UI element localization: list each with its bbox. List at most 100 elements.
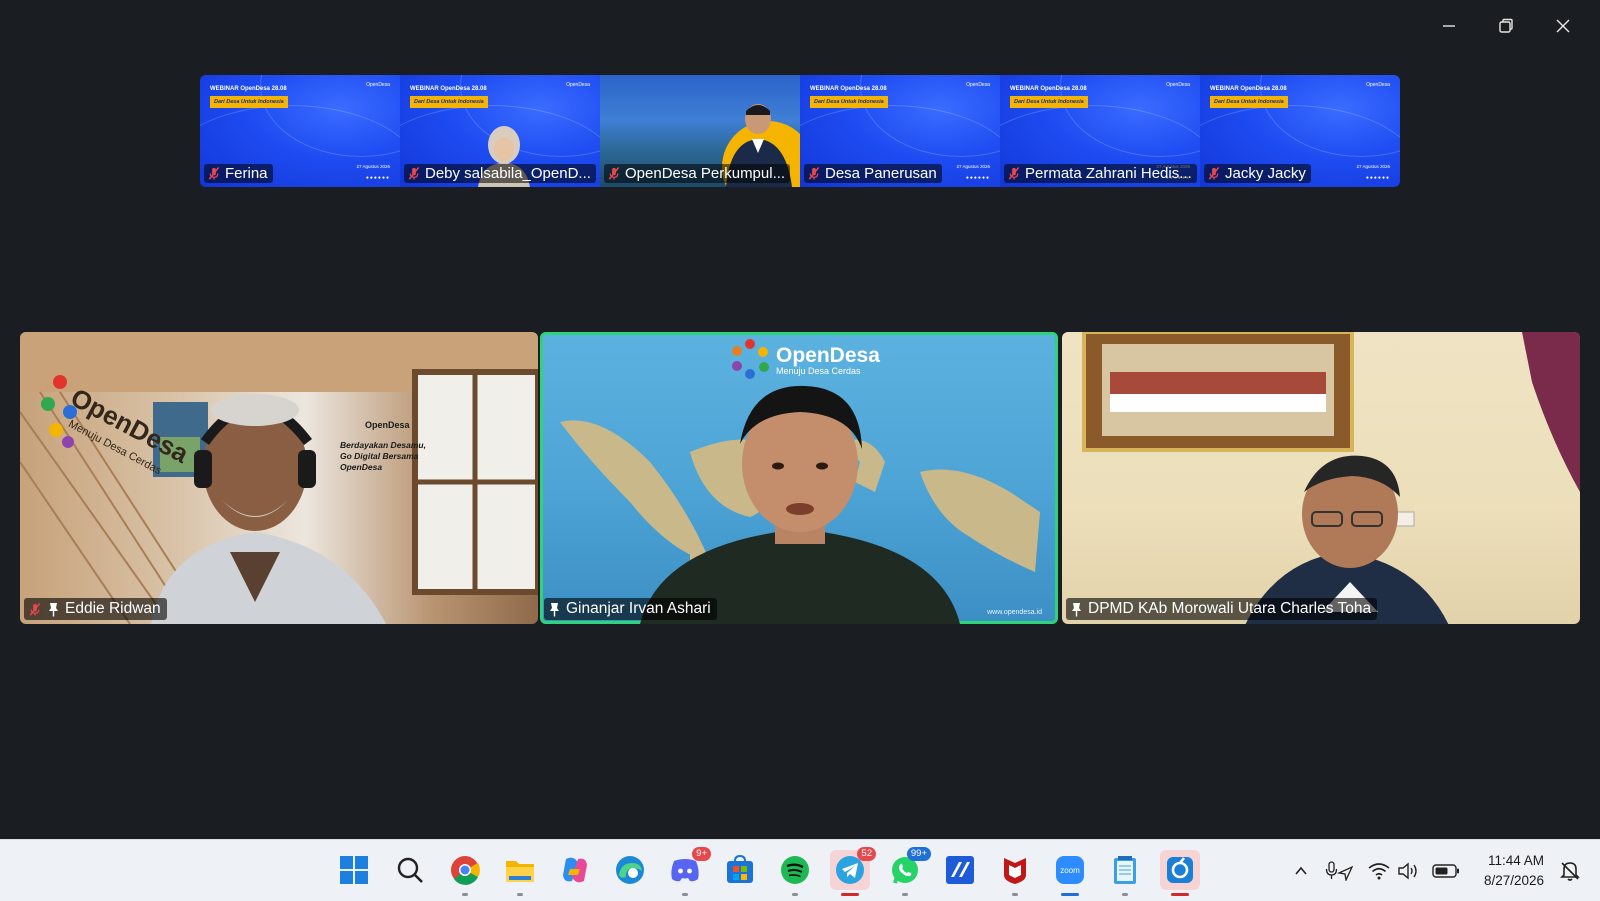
- slide-tagline: Dari Desa Untuk Indonesia: [810, 96, 888, 108]
- file-explorer-app[interactable]: [500, 850, 540, 896]
- slide-tagline: Dari Desa Untuk Indonesia: [410, 96, 488, 108]
- close-button[interactable]: [1542, 8, 1584, 44]
- pin-icon: [1072, 602, 1081, 616]
- zoom-app[interactable]: zoom: [1050, 850, 1090, 896]
- minimize-icon: [1443, 25, 1455, 27]
- participant-name-label: Ginanjar Irvan Ashari: [544, 598, 717, 620]
- file-explorer-icon: [506, 861, 534, 882]
- slide-dots: ●●●●●●: [365, 175, 390, 181]
- participant-name-label: OpenDesa Perkumpul...: [604, 164, 791, 183]
- spotify-app[interactable]: [775, 850, 815, 896]
- participant-name-label: Jacky Jacky: [1204, 164, 1311, 183]
- microphone-location-indicator[interactable]: [1322, 860, 1356, 881]
- battery-button[interactable]: [1426, 863, 1466, 878]
- chrome-app[interactable]: [445, 850, 485, 896]
- participant-person: [151, 394, 386, 624]
- slide-logo: OpenDesa: [566, 82, 590, 88]
- participant-person: [640, 385, 960, 624]
- slide-title: WEBINAR OpenDesa 28.08: [410, 86, 487, 92]
- clock-date: 8/27/2026: [1483, 873, 1544, 888]
- restore-icon: [1499, 18, 1513, 33]
- participant-thumbnail[interactable]: WEBINAR OpenDesa 28.08 Dari Desa Untuk I…: [400, 75, 600, 187]
- mcafee-app[interactable]: [995, 850, 1035, 896]
- notification-center-button[interactable]: [1560, 860, 1580, 887]
- participant-video[interactable]: OpenDesa Menuju Desa Cerdas OpenDesa Ber…: [20, 332, 538, 624]
- muted-mic-icon: [408, 166, 420, 180]
- volume-icon: [1398, 862, 1417, 879]
- telegram-app[interactable]: 52: [830, 847, 876, 896]
- participant-name: Deby salsabila_OpenD...: [425, 165, 591, 182]
- participant-name-label: Permata Zahrani Hedis...: [1004, 164, 1197, 183]
- clock[interactable]: 11:44 AM 8/27/2026: [1484, 851, 1544, 891]
- participant-name-label: Deby salsabila_OpenD...: [404, 164, 596, 183]
- jetbrains-icon: [946, 856, 974, 884]
- restore-button[interactable]: [1485, 8, 1527, 44]
- notification-bell-icon: [1560, 862, 1580, 881]
- participant-thumbnail-strip: WEBINAR OpenDesa 28.08 Dari Desa Untuk I…: [200, 75, 1400, 187]
- participant-video-active-speaker[interactable]: OpenDesa Menuju Desa Cerdas www.opendesa…: [540, 332, 1058, 624]
- show-hidden-icons-button[interactable]: [1288, 863, 1314, 879]
- slide-logo: OpenDesa: [1366, 82, 1390, 88]
- participant-name: DPMD KAb Morowali Utara Charles Toha: [1088, 600, 1372, 617]
- clock-time: 11:44 AM: [1487, 853, 1544, 868]
- wifi-button[interactable]: [1364, 862, 1394, 880]
- muted-mic-icon: [808, 166, 820, 180]
- participant-video[interactable]: DPMD KAb Morowali Utara Charles Toha: [1062, 332, 1580, 624]
- slide-date: 27 Agustus 2026: [956, 164, 990, 169]
- discord-icon: [671, 859, 699, 882]
- slide-tagline: Dari Desa Untuk Indonesia: [210, 96, 288, 108]
- slide-title: WEBINAR OpenDesa 28.08: [810, 86, 887, 92]
- chevron-up-icon: [1295, 866, 1307, 875]
- notepad-icon: [1114, 856, 1136, 884]
- participant-thumbnail[interactable]: WEBINAR OpenDesa 28.08 Dari Desa Untuk I…: [200, 75, 400, 187]
- participant-name: Eddie Ridwan: [65, 600, 161, 617]
- participant-name-label: Desa Panerusan: [804, 164, 942, 183]
- pin-icon: [49, 602, 58, 616]
- slide-title: WEBINAR OpenDesa 28.08: [210, 86, 287, 92]
- jetbrains-app[interactable]: [940, 850, 980, 890]
- participant-thumbnail[interactable]: OpenDesa Perkumpul...: [600, 75, 800, 187]
- participant-thumbnail[interactable]: WEBINAR OpenDesa 28.08 Dari Desa Untuk I…: [1000, 75, 1200, 187]
- zoom-label: zoom: [1060, 866, 1080, 875]
- slide-title: WEBINAR OpenDesa 28.08: [1010, 86, 1087, 92]
- participant-thumbnail[interactable]: WEBINAR OpenDesa 28.08 Dari Desa Untuk I…: [1200, 75, 1400, 187]
- copilot-icon: [563, 857, 587, 883]
- windows-start-icon: [340, 856, 368, 884]
- snipping-tool-app[interactable]: [1160, 850, 1200, 896]
- muted-mic-icon: [608, 166, 620, 180]
- muted-mic-icon: [1208, 166, 1220, 180]
- slide-logo: OpenDesa: [1166, 82, 1190, 88]
- brand-title: OpenDesa: [776, 344, 880, 367]
- close-icon: [1556, 19, 1570, 33]
- participant-name: Desa Panerusan: [825, 165, 937, 182]
- notepad-app[interactable]: [1105, 850, 1145, 896]
- volume-button[interactable]: [1394, 862, 1422, 880]
- taskbar: 9+ 52 99+ zoom 11:44 AM 8/27/2026: [0, 839, 1600, 901]
- notification-badge: 99+: [906, 847, 931, 861]
- slide-logo: OpenDesa: [366, 82, 390, 88]
- slide-title: WEBINAR OpenDesa 28.08: [1210, 86, 1287, 92]
- minimize-button[interactable]: [1428, 8, 1470, 44]
- search-icon: [397, 857, 423, 883]
- pin-icon: [550, 602, 559, 616]
- snipping-tool-icon: [1167, 857, 1193, 883]
- whatsapp-app[interactable]: 99+: [885, 847, 931, 896]
- edge-app[interactable]: [610, 850, 650, 890]
- start-button[interactable]: [334, 850, 374, 890]
- microphone-location-icon: [1325, 860, 1353, 881]
- participant-name: Ferina: [225, 165, 268, 182]
- notification-badge: 52: [857, 847, 876, 861]
- discord-app[interactable]: 9+: [665, 847, 711, 896]
- spotify-icon: [781, 856, 809, 884]
- participant-thumbnail[interactable]: WEBINAR OpenDesa 28.08 Dari Desa Untuk I…: [800, 75, 1000, 187]
- microsoft-store-icon: [727, 855, 753, 883]
- slide-date: 27 Agustus 2026: [356, 164, 390, 169]
- participant-name-label: Eddie Ridwan: [24, 598, 167, 620]
- slide-date: 27 Agustus 2026: [1356, 164, 1390, 169]
- search-button[interactable]: [390, 850, 430, 890]
- participant-name: Ginanjar Irvan Ashari: [566, 600, 711, 617]
- slide-dots: ●●●●●●: [965, 175, 990, 181]
- microsoft-store-app[interactable]: [720, 850, 760, 890]
- copilot-app[interactable]: [555, 850, 595, 890]
- muted-mic-icon: [29, 602, 41, 616]
